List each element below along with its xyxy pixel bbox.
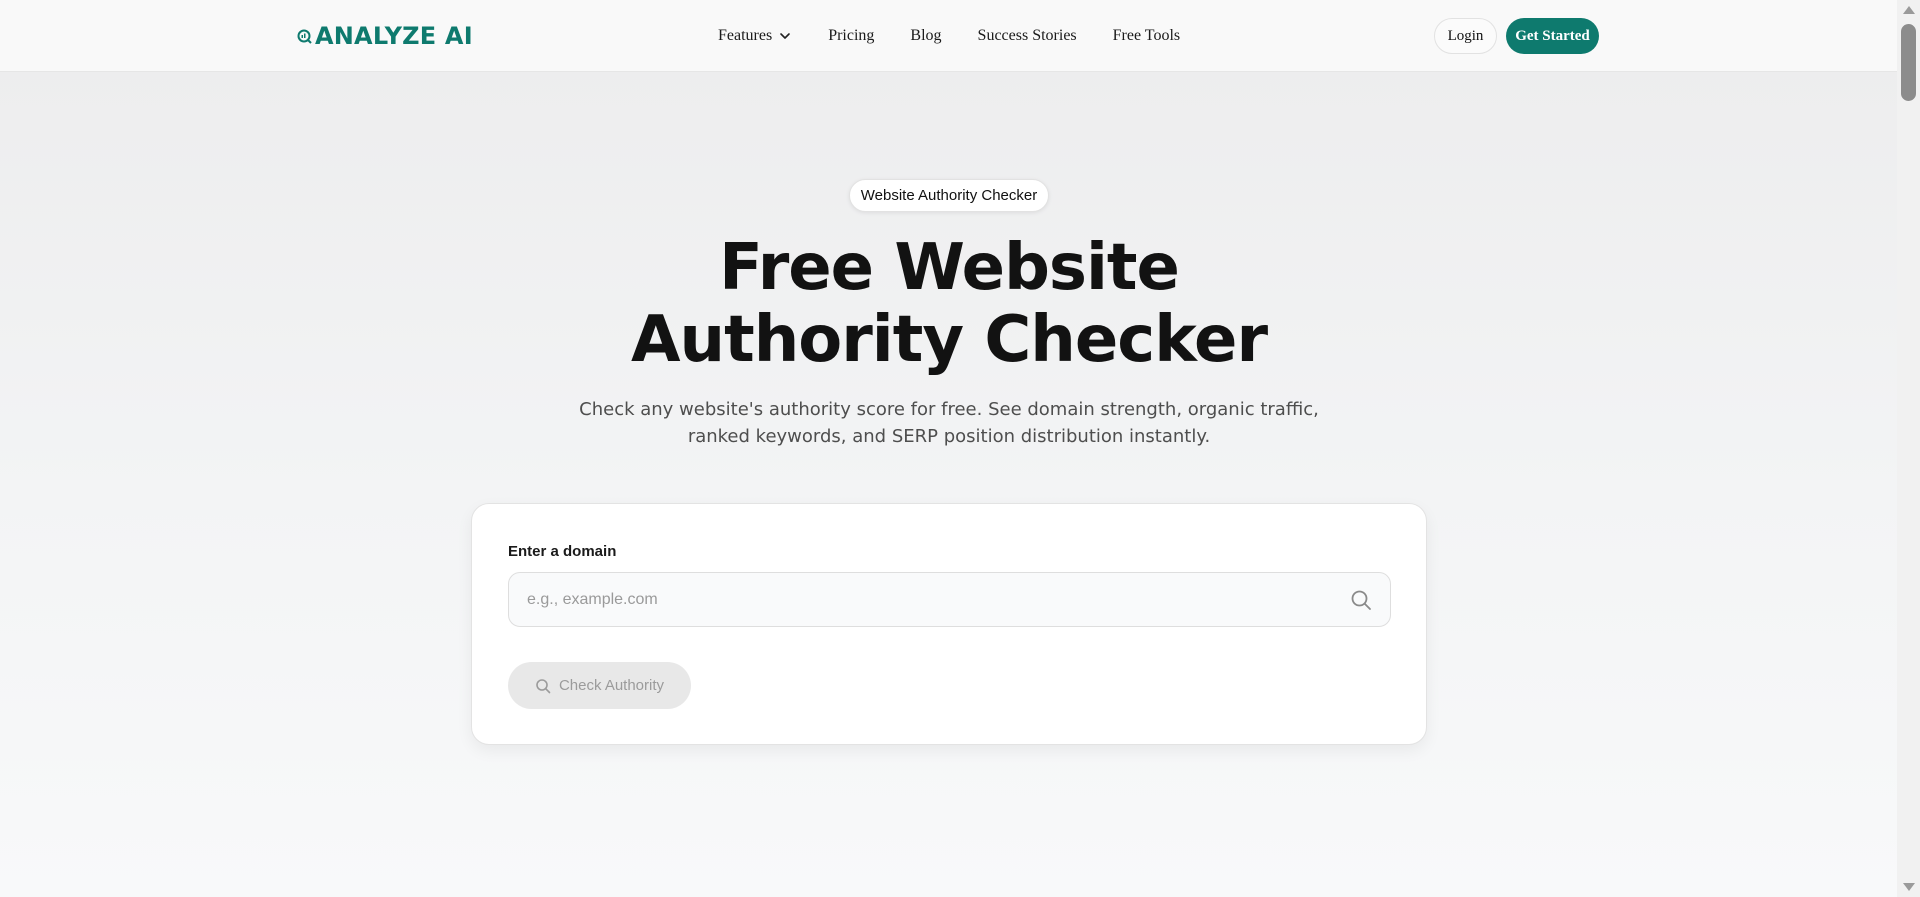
scroll-up-arrow-icon[interactable] [1903,6,1915,14]
main-nav: Features Pricing Blog Success Stories Fr… [718,24,1216,48]
nav-item-blog[interactable]: Blog [910,24,941,48]
page-scrollbar[interactable] [1897,0,1920,897]
get-started-button[interactable]: Get Started [1506,18,1599,54]
nav-item-label: Success Stories [977,27,1077,44]
domain-input[interactable] [509,573,1390,626]
logo-text: ANALYZE AI [315,22,473,50]
nav-item-pricing[interactable]: Pricing [828,24,874,48]
logo-mark-icon [297,29,312,44]
nav-item-label: Features [718,27,773,44]
check-authority-label: Check Authority [558,677,665,694]
nav-item-success-stories[interactable]: Success Stories [978,24,1077,48]
top-navigation-bar: ANALYZE AI Features Pricing Blog Success… [0,0,1897,72]
logo[interactable]: ANALYZE AI [297,20,473,52]
nav-item-free-tools[interactable]: Free Tools [1113,24,1180,48]
scrollbar-thumb[interactable] [1901,24,1916,101]
chevron-down-icon [780,33,791,39]
nav-item-label: Pricing [828,27,875,44]
domain-check-card: Enter a domain Check Authority [471,503,1427,745]
check-authority-button[interactable]: Check Authority [508,662,691,709]
nav-item-label: Free Tools [1112,27,1181,44]
scroll-down-arrow-icon[interactable] [1903,883,1915,891]
login-button[interactable]: Login [1434,18,1497,54]
search-icon [1351,590,1371,610]
nav-item-label: Blog [910,27,942,44]
page-subtitle: Check any website's authority score for … [579,399,1319,447]
page-title: Free Website Authority Checker [631,231,1268,377]
domain-field-label: Enter a domain [508,543,617,560]
tool-badge: Website Authority Checker [849,179,1049,212]
search-icon [536,678,551,693]
nav-item-features[interactable]: Features [718,24,792,48]
domain-input-wrapper [508,572,1391,627]
